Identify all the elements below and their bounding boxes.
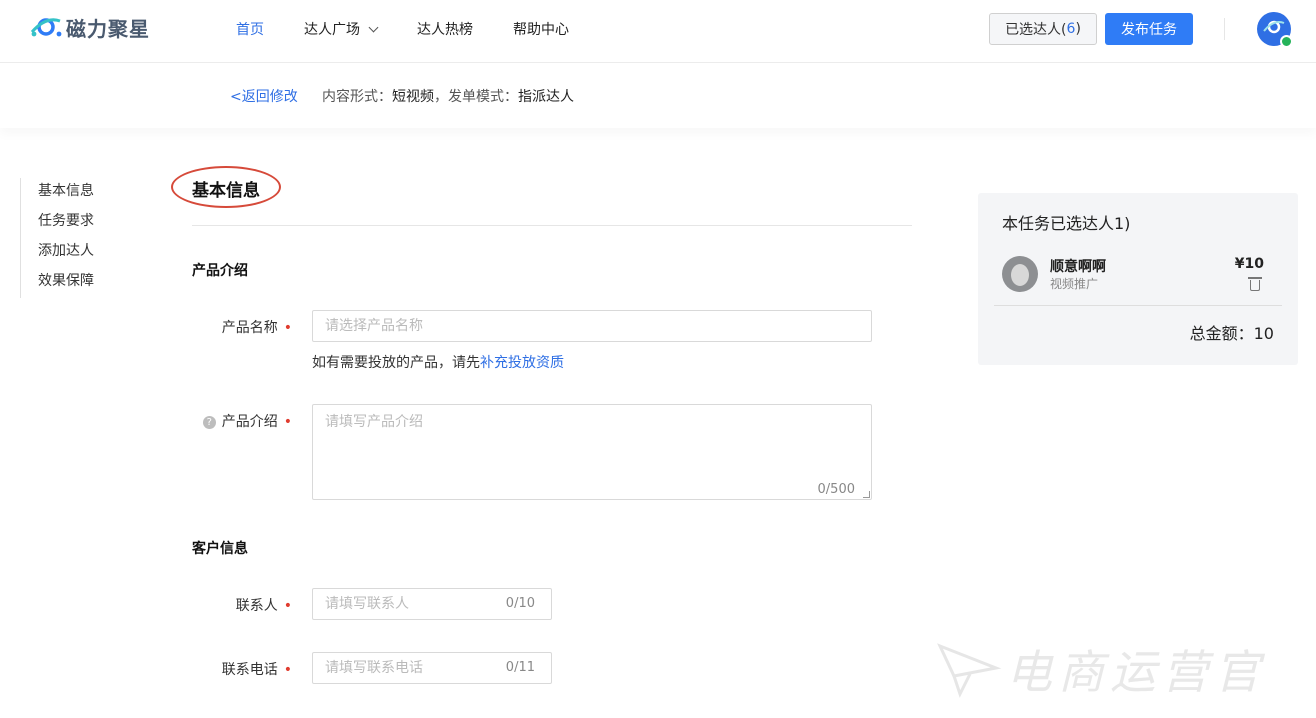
contact-placeholder: 请填写联系人 bbox=[325, 596, 409, 612]
product-name-label: 产品名称 • bbox=[182, 317, 292, 337]
contact-label-text: 联系人 bbox=[235, 598, 278, 614]
selected-creators-count: 6 bbox=[1066, 21, 1076, 37]
content-form-label: 内容形式： bbox=[322, 89, 392, 105]
phone-placeholder: 请填写联系电话 bbox=[325, 660, 423, 676]
required-mark: • bbox=[283, 598, 292, 614]
watermark-text: 电商运营官 bbox=[1006, 645, 1266, 699]
product-intro-label: ? 产品介绍 • bbox=[182, 411, 292, 431]
nav-help-center[interactable]: 帮助中心 bbox=[513, 19, 569, 39]
contact-input[interactable]: 请填写联系人 0/10 bbox=[312, 588, 552, 620]
anchor-add-creators[interactable]: 添加达人 bbox=[38, 238, 94, 268]
chevron-left-icon: < bbox=[230, 89, 242, 105]
product-hint-text: 如有需要投放的产品，请先 bbox=[312, 355, 480, 371]
phone-label-text: 联系电话 bbox=[221, 662, 278, 678]
verified-check-icon bbox=[1280, 35, 1293, 48]
required-mark: • bbox=[283, 414, 292, 430]
required-mark: • bbox=[283, 320, 292, 336]
chevron-down-icon bbox=[368, 22, 379, 32]
header-divider bbox=[1224, 18, 1225, 40]
product-group-title: 产品介绍 bbox=[192, 263, 248, 279]
total-amount: 总金额：10 bbox=[1189, 324, 1274, 343]
contact-counter: 0/10 bbox=[505, 596, 535, 611]
nav-creator-ranking[interactable]: 达人热榜 bbox=[417, 19, 473, 39]
creator-avatar-face bbox=[1011, 264, 1029, 286]
qualification-link[interactable]: 补充投放资质 bbox=[480, 355, 564, 371]
required-mark: • bbox=[283, 662, 292, 678]
product-intro-textarea[interactable]: 请填写产品介绍 0/500 bbox=[312, 404, 872, 500]
phone-label: 联系电话 • bbox=[182, 659, 292, 679]
section-divider bbox=[192, 225, 912, 226]
product-intro-placeholder: 请填写产品介绍 bbox=[325, 414, 423, 430]
trash-icon[interactable] bbox=[1248, 277, 1262, 291]
info-separator: ， bbox=[434, 89, 448, 105]
product-intro-label-text: 产品介绍 bbox=[221, 414, 278, 430]
order-mode-value: 指派达人 bbox=[518, 89, 574, 105]
content-form-value: 短视频 bbox=[392, 89, 434, 105]
product-name-label-text: 产品名称 bbox=[221, 320, 278, 336]
selected-creators-suffix: ) bbox=[1075, 21, 1081, 37]
brand-logo[interactable]: 磁力聚星 bbox=[28, 12, 150, 42]
order-mode-label: 发单模式： bbox=[448, 89, 518, 105]
creator-name: 顺意啊啊 bbox=[1050, 259, 1106, 275]
phone-input[interactable]: 请填写联系电话 0/11 bbox=[312, 652, 552, 684]
product-hint: 如有需要投放的产品，请先补充投放资质 bbox=[312, 352, 564, 372]
selected-creators-label: 已选达人( bbox=[1005, 22, 1067, 38]
planet-logo-icon bbox=[28, 12, 64, 42]
anchor-basic-info[interactable]: 基本信息 bbox=[38, 178, 94, 208]
task-summary-bar: <返回修改 内容形式：短视频，发单模式：指派达人 bbox=[0, 64, 1316, 128]
phone-counter: 0/11 bbox=[505, 660, 535, 675]
nav-home[interactable]: 首页 bbox=[236, 19, 264, 39]
panel-title: 本任务已选达人1) bbox=[1002, 214, 1131, 233]
selected-creators-panel: 本任务已选达人1) 顺意啊啊 视频推广 ¥10 总金额：10 bbox=[978, 193, 1298, 365]
resize-grip-icon[interactable] bbox=[863, 491, 870, 498]
section-anchor-nav: 基本信息 任务要求 添加达人 效果保障 bbox=[20, 178, 94, 298]
product-name-select[interactable]: 请选择产品名称 bbox=[312, 310, 872, 342]
panel-divider bbox=[994, 305, 1282, 306]
annotation-circle bbox=[171, 166, 281, 208]
anchor-effect-guarantee[interactable]: 效果保障 bbox=[38, 268, 94, 298]
help-question-icon[interactable]: ? bbox=[202, 416, 216, 429]
publish-task-button[interactable]: 发布任务 bbox=[1105, 13, 1193, 45]
creator-price: ¥10 bbox=[1234, 256, 1264, 272]
contact-label: 联系人 • bbox=[182, 595, 292, 615]
nav-creator-plaza[interactable]: 达人广场 bbox=[304, 19, 379, 39]
task-mode-info: 内容形式：短视频，发单模式：指派达人 bbox=[322, 86, 574, 106]
user-avatar[interactable] bbox=[1257, 12, 1293, 48]
main-nav: 首页 达人广场 达人热榜 帮助中心 bbox=[236, 0, 609, 58]
anchor-task-requirements[interactable]: 任务要求 bbox=[38, 208, 94, 238]
selected-creators-button[interactable]: 已选达人(6) bbox=[989, 13, 1097, 45]
watermark: 电商运营官 bbox=[936, 628, 1316, 714]
brand-name: 磁力聚星 bbox=[66, 16, 150, 41]
paper-plane-icon bbox=[937, 643, 1002, 698]
back-edit-link[interactable]: <返回修改 bbox=[230, 86, 298, 106]
back-edit-label: 返回修改 bbox=[241, 89, 298, 105]
top-navbar: 磁力聚星 首页 达人广场 达人热榜 帮助中心 已选达人(6) 发布任务 bbox=[0, 0, 1316, 63]
customer-group-title: 客户信息 bbox=[192, 541, 248, 557]
creator-type: 视频推广 bbox=[1050, 277, 1099, 291]
product-intro-counter: 0/500 bbox=[817, 482, 855, 497]
nav-creator-plaza-label: 达人广场 bbox=[304, 22, 360, 38]
creator-avatar bbox=[1002, 256, 1038, 292]
